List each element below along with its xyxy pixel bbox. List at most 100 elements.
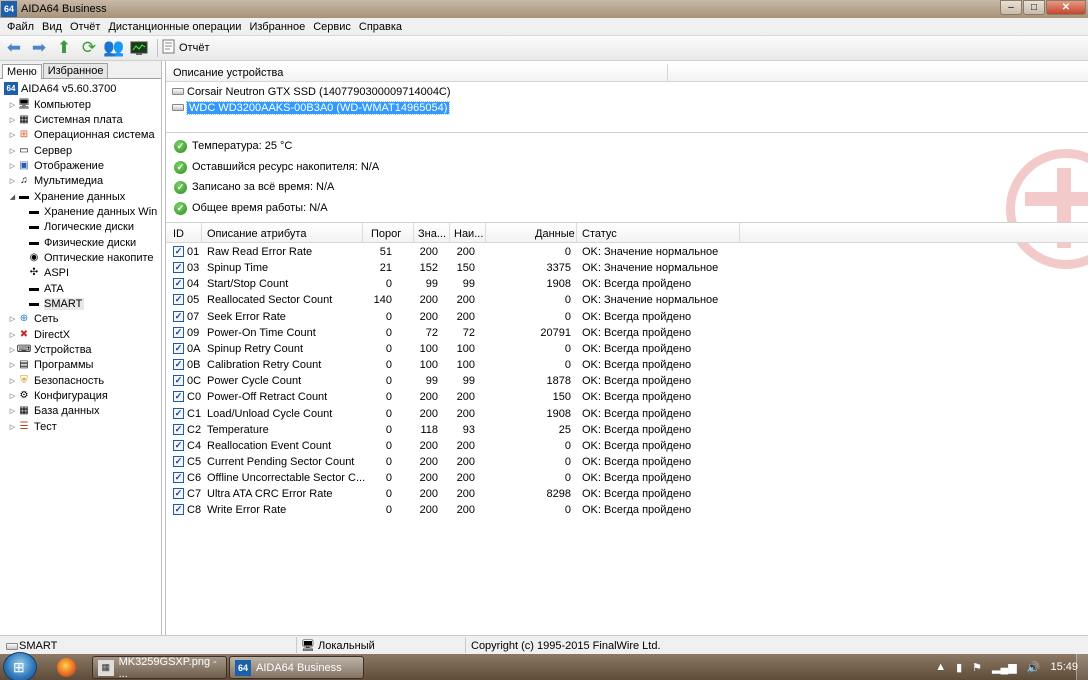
sidebar-item-network[interactable]: ▷ ⊕ Сеть	[8, 311, 59, 326]
checkbox[interactable]: ✓	[173, 310, 184, 322]
sidebar-item-physical-disks[interactable]: ▬ Физические диски	[27, 235, 136, 250]
flag-icon[interactable]: ⚑	[972, 661, 982, 674]
sidebar-item-ata[interactable]: ▬ ATA	[27, 281, 64, 296]
table-row[interactable]: ✓ 04 Start/Stop Count 0 99 99 1908 OK: Всегда п…	[166, 276, 1088, 292]
firefox-icon[interactable]	[57, 658, 76, 677]
table-row[interactable]: ✓ 03 Spinup Time 21 152 150 3375 OK: Значение н…	[166, 260, 1088, 276]
checkbox[interactable]: ✓	[173, 278, 184, 290]
col-threshold[interactable]: Порог	[371, 228, 401, 240]
table-row[interactable]: ✓ C4 Reallocation Event Count 0 200 200 0 OK: В…	[166, 438, 1088, 454]
checkbox[interactable]: ✓	[173, 326, 184, 338]
table-row[interactable]: ✓ 0A Spinup Retry Count 0 100 100 0 OK: Всегда …	[166, 341, 1088, 357]
checkbox[interactable]: ✓	[173, 375, 184, 387]
sidebar-item-database[interactable]: ▷ ▦ База данных	[8, 403, 100, 418]
col-value[interactable]: Зна...	[418, 228, 446, 240]
menu-view[interactable]: Вид	[38, 21, 66, 33]
refresh-icon[interactable]: ⟳	[78, 37, 100, 59]
menu-service[interactable]: Сервис	[309, 21, 355, 33]
col-data[interactable]: Данные	[535, 228, 575, 240]
checkbox[interactable]: ✓	[173, 246, 184, 257]
sidebar-item-optical[interactable]: ◉ Оптические накопите	[27, 250, 154, 265]
close-button[interactable]: ✕	[1046, 0, 1086, 15]
checkbox[interactable]: ✓	[173, 472, 184, 484]
table-row[interactable]: ✓ 0B Calibration Retry Count 0 100 100 0 OK: Вс…	[166, 357, 1088, 373]
checkbox[interactable]: ✓	[173, 455, 184, 467]
tab-favorites[interactable]: Избранное	[42, 63, 109, 78]
expand-icon[interactable]: ▷	[8, 147, 17, 155]
checkbox[interactable]: ✓	[173, 439, 184, 451]
battery-icon[interactable]: ▮	[956, 661, 962, 674]
sidebar-item-aspi[interactable]: ✣ ASPI	[27, 265, 69, 280]
expand-icon[interactable]: ▷	[8, 162, 17, 170]
taskbar-item-aida64[interactable]: 64 AIDA64 Business	[229, 656, 364, 679]
table-row[interactable]: ✓ C8 Write Error Rate 0 200 200 0 OK: Всегда пр…	[166, 502, 1088, 518]
menu-file[interactable]: Файл	[3, 21, 38, 33]
col-description[interactable]: Описание атрибута	[207, 228, 306, 240]
menu-favorites[interactable]: Избранное	[245, 21, 309, 33]
sidebar-item-multimedia[interactable]: ▷ ♫ Мультимедиа	[8, 173, 103, 188]
table-row[interactable]: ✓ C0 Power-Off Retract Count 0 200 200 150 OK: …	[166, 389, 1088, 405]
menu-remote[interactable]: Дистанционные операции	[104, 21, 245, 33]
checkbox[interactable]: ✓	[173, 504, 184, 516]
sidebar-item-computer[interactable]: ▷ 🖥 Компьютер	[8, 97, 91, 112]
menu-report[interactable]: Отчёт	[66, 21, 104, 33]
expand-icon[interactable]: ▷	[8, 377, 17, 385]
sidebar-item-test[interactable]: ▷ ☰ Тест	[8, 419, 57, 434]
minimize-button[interactable]: –	[1000, 0, 1022, 15]
up-arrow-icon[interactable]: ⬆	[53, 37, 75, 59]
volume-icon[interactable]: 🔊	[1027, 661, 1041, 674]
expand-icon[interactable]: ▷	[8, 392, 17, 400]
table-row[interactable]: ✓ 05 Reallocated Sector Count 140 200 200 0 OK:…	[166, 292, 1088, 308]
expand-icon[interactable]: ▷	[8, 116, 17, 124]
show-desktop-button[interactable]	[1076, 654, 1088, 680]
sidebar-item-server[interactable]: ▷ ▭ Сервер	[8, 143, 72, 158]
table-row[interactable]: ✓ 07 Seek Error Rate 0 200 200 0 OK: Всегда про…	[166, 309, 1088, 325]
checkbox[interactable]: ✓	[173, 342, 184, 354]
table-row[interactable]: ✓ 09 Power-On Time Count 0 72 72 20791 OK: Всег…	[166, 325, 1088, 341]
table-row[interactable]: ✓ 01 Raw Read Error Rate 51 200 200 0 OK: Значе…	[166, 244, 1088, 260]
checkbox[interactable]: ✓	[173, 423, 184, 435]
checkbox[interactable]: ✓	[173, 407, 184, 419]
report-button[interactable]: Отчёт	[162, 39, 209, 57]
col-status[interactable]: Статус	[582, 228, 617, 240]
menu-help[interactable]: Справка	[355, 21, 406, 33]
expand-icon[interactable]: ▷	[8, 346, 17, 354]
expand-icon[interactable]: ▷	[8, 101, 17, 109]
col-id[interactable]: ID	[173, 228, 184, 240]
device-item-selected[interactable]: WDC WD3200AAKS-00B3A0 (WD-WMAT14965054)	[172, 100, 451, 115]
sidebar-item-logical-disks[interactable]: ▬ Логические диски	[27, 219, 134, 234]
sidebar-item-config[interactable]: ▷ ⚙ Конфигурация	[8, 388, 108, 403]
sidebar-item-os[interactable]: ▷ ⊞ Операционная система	[8, 127, 155, 142]
table-row[interactable]: ✓ C5 Current Pending Sector Count 0 200 200 0 O…	[166, 454, 1088, 470]
monitor-icon[interactable]	[128, 37, 150, 59]
show-hidden-icons-icon[interactable]: ▲	[935, 661, 946, 673]
tree-root[interactable]: 64 AIDA64 v5.60.3700	[4, 81, 116, 96]
expand-icon[interactable]: ▷	[8, 331, 17, 339]
signal-icon[interactable]: ▂▄▆	[992, 661, 1017, 674]
device-item[interactable]: Corsair Neutron GTX SSD (140779030000971…	[172, 84, 451, 99]
sidebar-item-motherboard[interactable]: ▷ ▦ Системная плата	[8, 112, 123, 127]
expand-icon[interactable]: ▷	[8, 177, 17, 185]
maximize-button[interactable]: □	[1023, 0, 1045, 15]
table-row[interactable]: ✓ C1 Load/Unload Cycle Count 0 200 200 1908 OK:…	[166, 406, 1088, 422]
sidebar-item-programs[interactable]: ▷ ▤ Программы	[8, 357, 94, 372]
sidebar-item-directx[interactable]: ▷ ✖ DirectX	[8, 327, 70, 342]
back-arrow-icon[interactable]: ⬅	[3, 37, 25, 59]
checkbox[interactable]: ✓	[173, 294, 184, 306]
expand-icon[interactable]: ▷	[8, 423, 17, 431]
sidebar-item-security[interactable]: ▷ ⛨ Безопасность	[8, 373, 104, 388]
sidebar-item-storage-win[interactable]: ▬ Хранение данных Win	[27, 204, 157, 219]
table-row[interactable]: ✓ C6 Offline Uncorrectable Sector C... 0 200…	[166, 470, 1088, 486]
sidebar-item-display[interactable]: ▷ ▣ Отображение	[8, 158, 104, 173]
checkbox[interactable]: ✓	[173, 359, 184, 371]
taskbar-item-image[interactable]: ▦ MK3259GSXP.png - ...	[92, 656, 227, 680]
sidebar-item-devices[interactable]: ▷ ⌨ Устройства	[8, 342, 92, 357]
checkbox[interactable]: ✓	[173, 488, 184, 500]
sidebar-item-storage[interactable]: ◢ ▬ Хранение данных	[8, 189, 125, 204]
expand-icon[interactable]: ▷	[8, 315, 17, 323]
tab-menu[interactable]: Меню	[2, 64, 42, 79]
collapse-icon[interactable]: ◢	[8, 193, 17, 201]
table-row[interactable]: ✓ C7 Ultra ATA CRC Error Rate 0 200 200 8298 OK…	[166, 486, 1088, 502]
col-worst[interactable]: Наи...	[454, 228, 483, 240]
users-icon[interactable]: 👥	[103, 37, 125, 59]
